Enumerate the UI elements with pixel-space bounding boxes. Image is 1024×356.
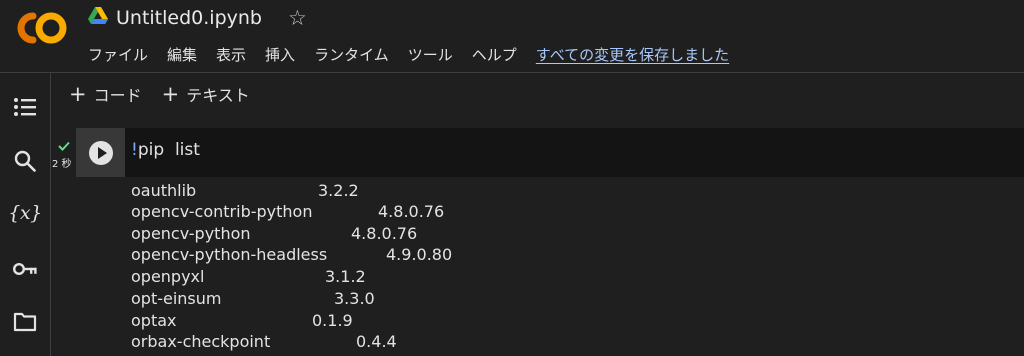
package-version: 0.4.4 xyxy=(356,332,397,351)
output-row: opencv-python 4.8.0.76 xyxy=(131,223,417,244)
package-name: opt-einsum xyxy=(131,289,222,308)
package-version: 4.8.0.76 xyxy=(351,224,418,243)
cell-output: oauthlib 3.2.2 opencv-contrib-python 4.8… xyxy=(125,180,1024,356)
colab-logo[interactable] xyxy=(14,8,70,48)
output-row: opt-einsum 3.3.0 xyxy=(131,288,375,309)
secrets-button[interactable] xyxy=(9,253,41,285)
notebook-title[interactable]: Untitled0.ipynb xyxy=(116,2,262,34)
package-name: opencv-contrib-python xyxy=(131,202,313,221)
key-icon xyxy=(12,262,37,276)
package-name: openpyxl xyxy=(131,267,205,286)
execution-time: 2 秒 xyxy=(52,159,72,170)
folder-icon xyxy=(13,312,37,332)
menu-view[interactable]: 表示 xyxy=(216,42,246,68)
add-text-button[interactable]: + テキスト xyxy=(162,82,250,106)
package-name: optax xyxy=(131,311,177,330)
output-row: orbax-checkpoint 0.4.4 xyxy=(131,331,397,352)
package-version: 4.8.0.76 xyxy=(378,202,445,221)
output-row: opencv-contrib-python 4.8.0.76 xyxy=(131,201,444,222)
package-name: orbax-checkpoint xyxy=(131,332,271,351)
menu-tools[interactable]: ツール xyxy=(408,42,453,68)
code-editor[interactable]: !pip list xyxy=(125,128,1024,177)
output-row: opencv-python-headless 4.9.0.80 xyxy=(131,244,452,265)
files-button[interactable] xyxy=(9,306,41,338)
shell-bang: ! xyxy=(131,140,138,160)
output-row: oauthlib 3.2.2 xyxy=(131,180,359,201)
package-name: opencv-python xyxy=(131,224,251,243)
cell-execution-status: 2 秒 xyxy=(51,138,75,178)
code-text: pip list xyxy=(137,140,200,160)
search-icon xyxy=(14,150,36,172)
add-code-label: コード xyxy=(93,86,142,105)
menu-edit[interactable]: 編集 xyxy=(167,42,197,68)
cell-run-gutter xyxy=(76,128,125,177)
star-icon[interactable]: ☆ xyxy=(288,4,307,32)
colab-window: Untitled0.ipynb ☆ ファイル 編集 表示 挿入 ランタイム ツー… xyxy=(0,0,1024,356)
variables-icon: {x} xyxy=(8,202,42,224)
code-line: !pip list xyxy=(131,140,200,160)
package-version: 3.3.0 xyxy=(334,289,375,308)
check-icon xyxy=(58,141,70,151)
search-button[interactable] xyxy=(9,145,41,177)
output-row: openpyxl 3.1.2 xyxy=(131,266,366,287)
plus-icon: + xyxy=(69,82,87,106)
google-drive-icon xyxy=(88,7,108,24)
menu-file[interactable]: ファイル xyxy=(88,42,148,68)
menu-runtime[interactable]: ランタイム xyxy=(314,42,389,68)
menu-bar: ファイル 編集 表示 挿入 ランタイム ツール ヘルプ すべての変更を保存しまし… xyxy=(88,42,729,68)
package-version: 3.1.2 xyxy=(325,267,366,286)
table-of-contents-button[interactable] xyxy=(9,91,41,123)
package-name: opencv-python-headless xyxy=(131,245,328,264)
header: Untitled0.ipynb ☆ ファイル 編集 表示 挿入 ランタイム ツー… xyxy=(0,0,1024,72)
save-status-link[interactable]: すべての変更を保存しました xyxy=(536,42,729,68)
run-cell-button[interactable] xyxy=(89,141,113,165)
add-text-label: テキスト xyxy=(186,86,250,105)
notebook-toolbar: + コード + テキスト xyxy=(51,73,1024,115)
plus-icon: + xyxy=(161,82,180,106)
package-version: 3.2.2 xyxy=(318,181,359,200)
variables-button[interactable]: {x} xyxy=(8,197,42,229)
play-icon xyxy=(98,147,107,159)
package-version: 0.1.9 xyxy=(312,311,353,330)
menu-help[interactable]: ヘルプ xyxy=(472,42,517,68)
left-sidebar: {x} xyxy=(0,73,51,356)
package-version: 4.9.0.80 xyxy=(386,245,453,264)
table-of-contents-icon xyxy=(14,98,36,116)
menu-insert[interactable]: 挿入 xyxy=(265,42,295,68)
output-row: optax 0.1.9 xyxy=(131,310,353,331)
add-code-button[interactable]: + コード xyxy=(69,82,142,106)
package-name: oauthlib xyxy=(131,181,197,200)
